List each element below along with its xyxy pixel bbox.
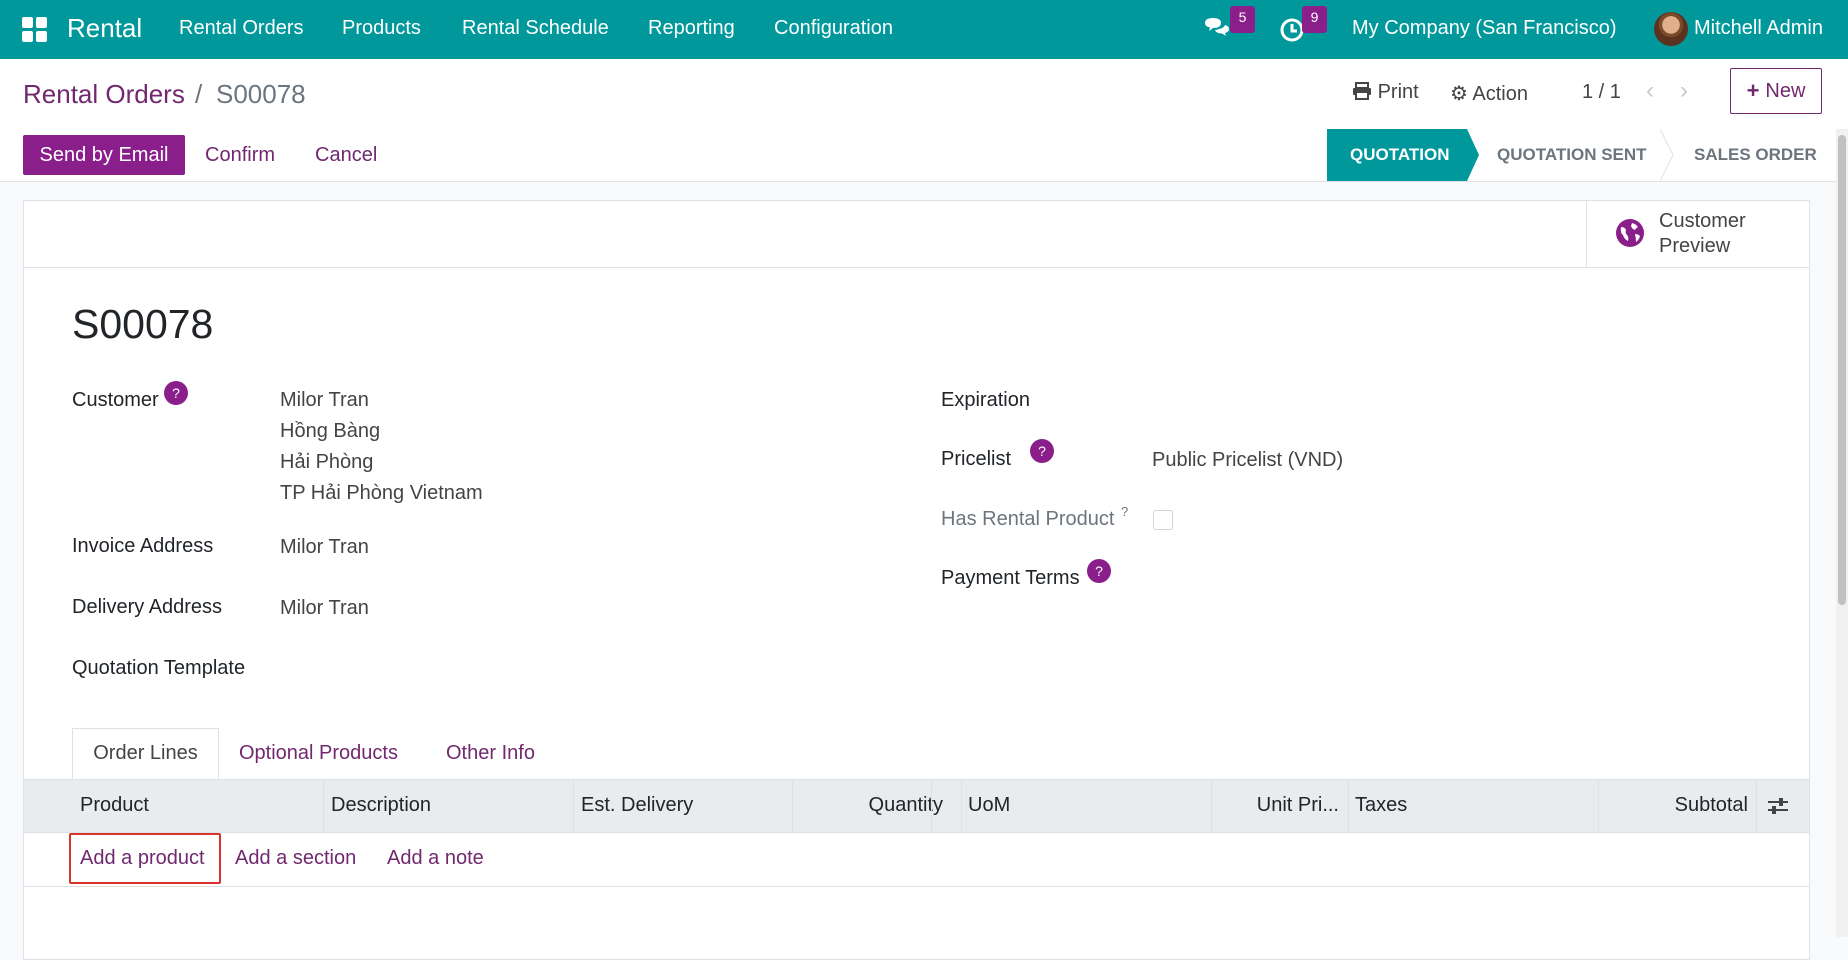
form-sheet: Customer Preview S00078 Customer ? Milor…	[23, 200, 1810, 960]
stage-quotation[interactable]: QUOTATION	[1327, 129, 1479, 181]
optional-columns-sliders-icon[interactable]	[1767, 795, 1789, 817]
column-divider	[961, 780, 962, 832]
tab-order-lines[interactable]: Order Lines	[72, 728, 219, 779]
top-navbar: Rental Rental Orders Products Rental Sch…	[0, 0, 1848, 59]
pager-value[interactable]: 1 / 1	[1582, 81, 1621, 104]
plus-icon: +	[1746, 78, 1760, 103]
new-button[interactable]: + New	[1730, 68, 1822, 114]
gear-icon: ⚙	[1450, 83, 1468, 105]
quotation-template-label: Quotation Template	[72, 657, 246, 679]
column-description[interactable]: Description	[331, 794, 431, 817]
invoice-address-field[interactable]: Milor Tran	[280, 532, 369, 563]
has-rental-product-help[interactable]: ?	[1121, 504, 1128, 519]
pricelist-field[interactable]: Public Pricelist (VND)	[1152, 445, 1343, 476]
user-menu[interactable]: Mitchell Admin	[1694, 17, 1823, 40]
expiration-label: Expiration	[941, 389, 1030, 411]
menu-rental-orders[interactable]: Rental Orders	[179, 17, 304, 40]
column-uom[interactable]: UoM	[968, 794, 1010, 817]
column-unit-price[interactable]: Unit Pri...	[1257, 794, 1339, 817]
stage-sales-order[interactable]: SALES ORDER	[1694, 129, 1817, 181]
cancel-button[interactable]: Cancel	[315, 144, 377, 167]
payment-terms-label: Payment Terms	[941, 567, 1080, 589]
customer-label: Customer	[72, 389, 159, 411]
scrollbar-thumb[interactable]	[1838, 135, 1846, 605]
has-rental-product-checkbox[interactable]	[1153, 510, 1173, 530]
has-rental-product-label: Has Rental Product	[941, 508, 1115, 530]
column-product[interactable]: Product	[80, 794, 149, 817]
pager-next-icon[interactable]: ›	[1680, 77, 1688, 105]
column-divider	[792, 780, 793, 832]
send-by-email-button[interactable]: Send by Email	[23, 135, 185, 175]
add-product-link[interactable]: Add a product	[80, 847, 205, 870]
column-taxes[interactable]: Taxes	[1355, 794, 1407, 817]
customer-field[interactable]: Milor Tran Hồng Bàng Hải Phòng TP Hải Ph…	[280, 385, 483, 509]
menu-reporting[interactable]: Reporting	[648, 17, 735, 40]
customer-help-icon[interactable]: ?	[164, 381, 188, 405]
company-switcher[interactable]: My Company (San Francisco)	[1352, 17, 1617, 40]
pager-previous-icon[interactable]: ‹	[1646, 77, 1654, 105]
payment-terms-help-icon[interactable]: ?	[1087, 559, 1111, 583]
breadcrumb-separator: /	[195, 79, 203, 109]
column-divider	[1598, 780, 1599, 832]
pricelist-label: Pricelist	[941, 448, 1012, 470]
column-divider	[573, 780, 574, 832]
record-name: S00078	[72, 301, 214, 347]
action-label: Action	[1472, 83, 1528, 105]
confirm-button[interactable]: Confirm	[205, 144, 275, 167]
activities-badge: 9	[1302, 6, 1327, 33]
add-section-link[interactable]: Add a section	[235, 847, 356, 870]
menu-products[interactable]: Products	[342, 17, 421, 40]
menu-rental-schedule[interactable]: Rental Schedule	[462, 17, 609, 40]
column-divider	[323, 780, 324, 832]
tab-optional-products[interactable]: Optional Products	[239, 728, 398, 779]
invoice-address-label: Invoice Address	[72, 535, 214, 557]
tab-other-info[interactable]: Other Info	[446, 728, 535, 779]
breadcrumb-current: S00078	[216, 79, 306, 109]
delivery-address-label: Delivery Address	[72, 596, 223, 618]
app-name[interactable]: Rental	[67, 13, 142, 44]
print-label: Print	[1377, 81, 1419, 103]
column-divider	[1211, 780, 1212, 832]
add-note-link[interactable]: Add a note	[387, 847, 484, 870]
column-divider	[1348, 780, 1349, 832]
customer-name: Milor Tran	[280, 389, 369, 411]
print-icon	[1353, 82, 1371, 100]
messages-icon[interactable]	[1202, 15, 1232, 45]
globe-icon	[1616, 219, 1644, 247]
control-panel: Rental Orders / S00078 Print ⚙ Action 1 …	[0, 59, 1848, 130]
column-est-delivery[interactable]: Est. Delivery	[581, 794, 693, 817]
stage-divider	[1660, 129, 1674, 181]
column-divider	[931, 780, 932, 832]
pricelist-help-icon[interactable]: ?	[1030, 439, 1054, 463]
customer-street: Hồng Bàng	[280, 420, 381, 442]
action-button[interactable]: ⚙ Action	[1450, 81, 1528, 106]
user-avatar[interactable]	[1654, 12, 1688, 46]
print-button[interactable]: Print	[1352, 81, 1419, 104]
stage-quotation-sent[interactable]: QUOTATION SENT	[1497, 129, 1647, 181]
messages-badge: 5	[1230, 6, 1255, 33]
smart-button-box: Customer Preview	[24, 201, 1809, 268]
order-lines-table-header: Product Description Est. Delivery Quanti…	[24, 779, 1809, 833]
add-line-row: Add a product Add a section Add a note	[24, 833, 1809, 887]
delivery-address-field[interactable]: Milor Tran	[280, 593, 369, 624]
customer-preview-label: Customer Preview	[1659, 210, 1746, 257]
new-label: New	[1765, 79, 1806, 102]
menu-configuration[interactable]: Configuration	[774, 17, 893, 40]
customer-city: Hải Phòng	[280, 451, 374, 473]
column-subtotal[interactable]: Subtotal	[1675, 794, 1748, 817]
breadcrumb-rental-orders[interactable]: Rental Orders	[23, 79, 185, 110]
apps-menu-icon[interactable]	[22, 17, 48, 43]
page-scrollbar[interactable]	[1836, 129, 1848, 937]
customer-preview-button[interactable]: Customer Preview	[1586, 201, 1809, 267]
customer-state-country: TP Hải Phòng Vietnam	[280, 482, 483, 504]
statusbar: Send by Email Confirm Cancel QUOTATION Q…	[0, 129, 1848, 182]
column-divider	[1756, 780, 1757, 832]
